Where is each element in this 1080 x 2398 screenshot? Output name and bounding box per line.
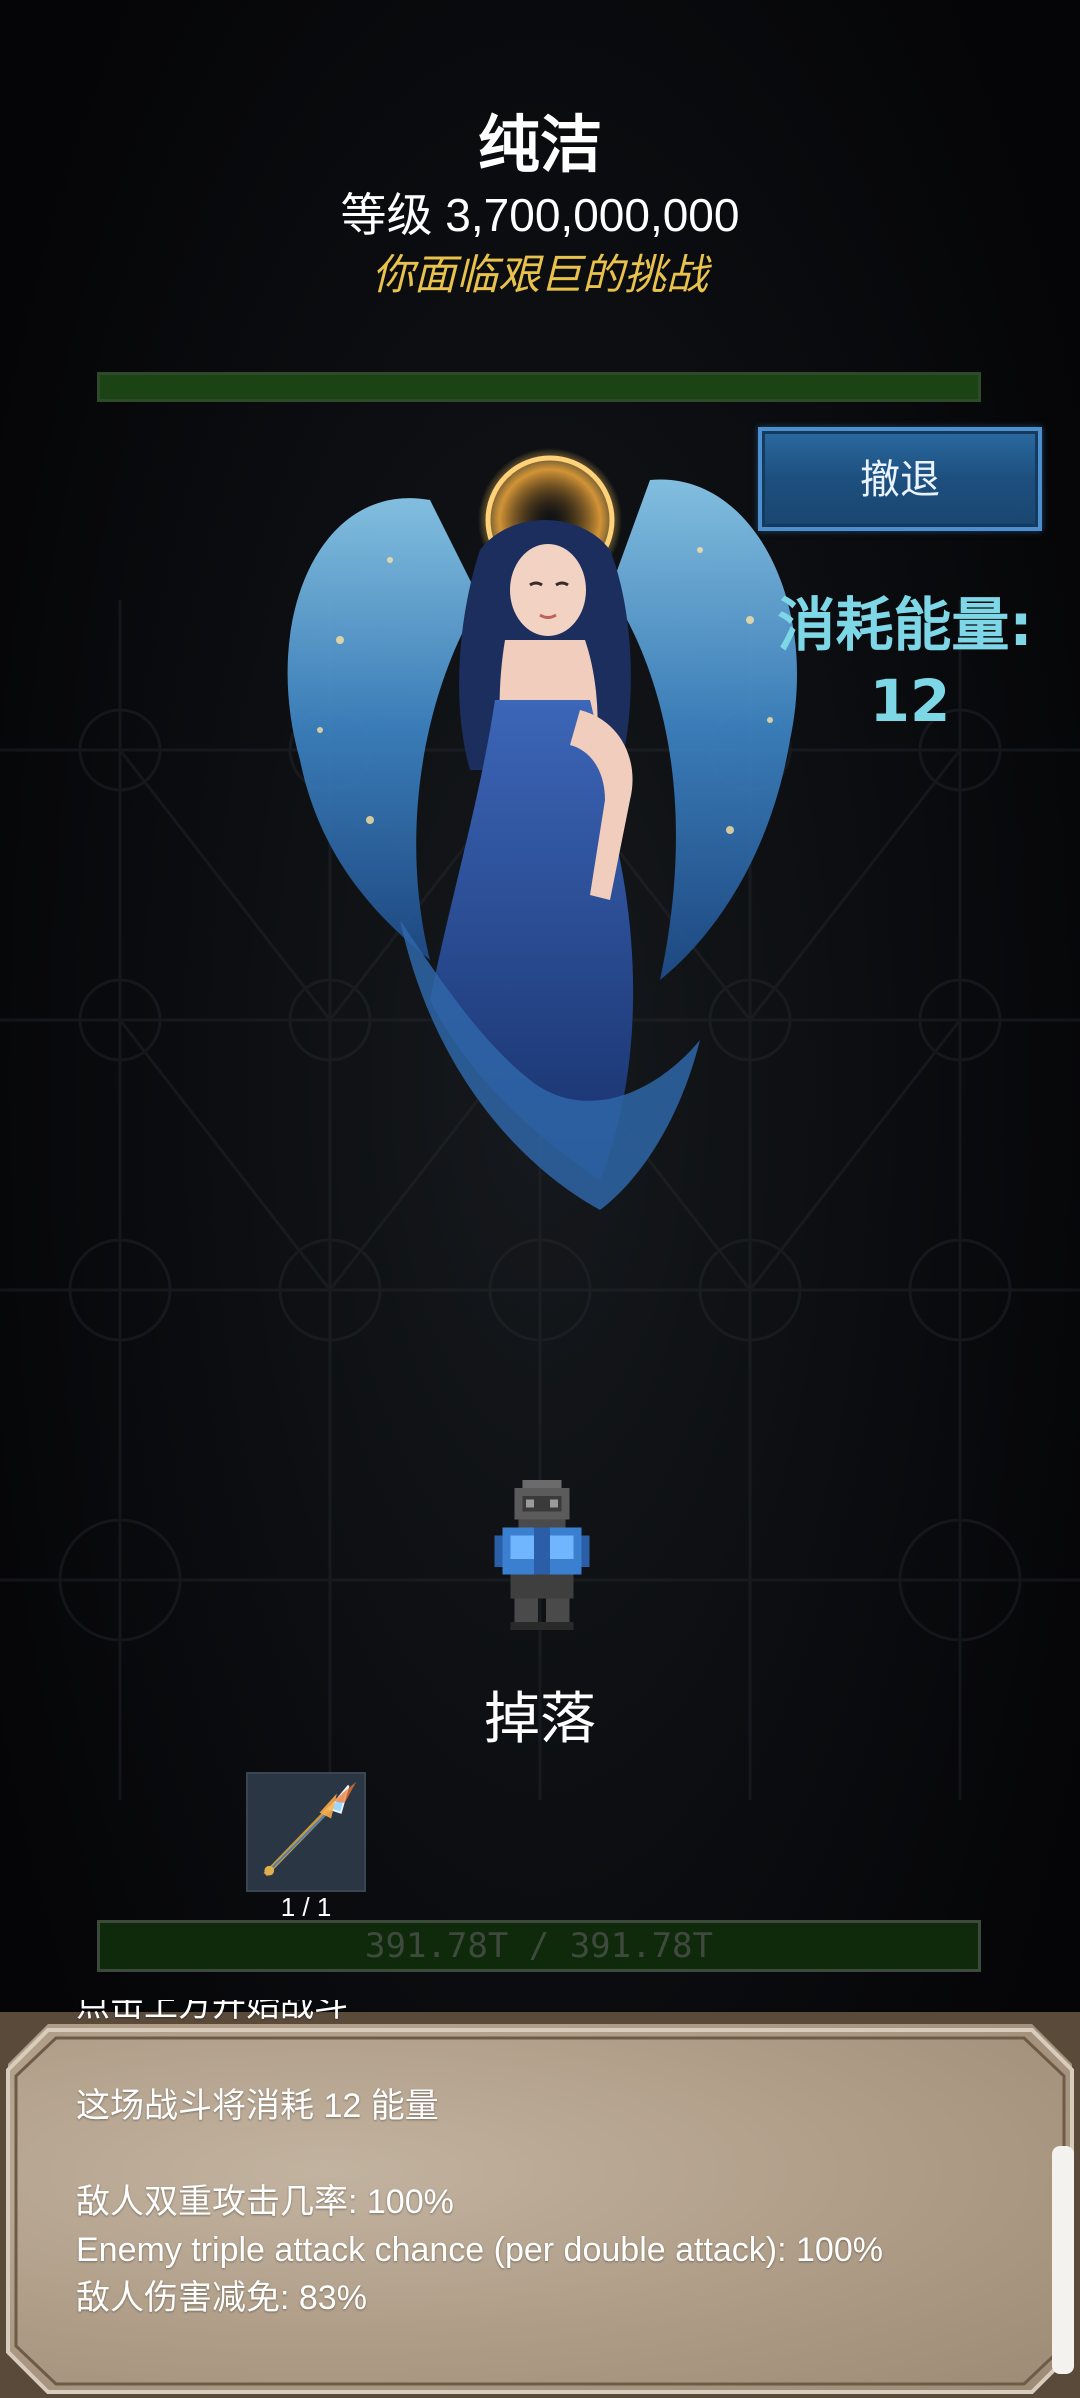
energy-cost-value: 12 (869, 667, 951, 735)
spear-icon (248, 1774, 364, 1890)
enemy-header: 纯洁 等级 3,700,000,000 你面临艰巨的挑战 (0, 105, 1080, 305)
player-knight-sprite (494, 1480, 590, 1630)
energy-cost-label: 消耗能量: (777, 591, 1033, 659)
player-hp-text: 391.78T / 391.78T (365, 1926, 713, 1966)
battle-log-blank (76, 2034, 1036, 2082)
enemy-hp-bar (97, 372, 981, 402)
battle-log-scrollbar[interactable] (1052, 2146, 1074, 2374)
enemy-hp-fill (100, 375, 978, 399)
battle-log-line: 点击上方开始战斗 (76, 2000, 348, 2024)
enemy-name: 纯洁 (477, 108, 602, 181)
retreat-button[interactable]: 撤退 (758, 427, 1042, 531)
player-hp-bar: 391.78T / 391.78T (97, 1920, 981, 1972)
energy-cost: 消耗能量: 12 (760, 585, 1060, 737)
drop-item-slot[interactable] (246, 1772, 366, 1892)
battle-log-blank (76, 2130, 1036, 2178)
drop-item-count: 1 / 1 (280, 1892, 332, 1922)
battle-log-line: 这场战斗将消耗 12 能量 (76, 2087, 439, 2125)
battle-log: 点击上方开始战斗 这场战斗将消耗 12 能量 敌人双重攻击几率: 100% En… (76, 2000, 1036, 2322)
challenge-text: 你面临艰巨的挑战 (371, 251, 708, 298)
battle-screen: 纯洁 等级 3,700,000,000 你面临艰巨的挑战 撤退 消耗能量: 12… (0, 0, 1080, 2398)
boss-angel-portrait (287, 448, 798, 1210)
drops-title: 掉落 (484, 1687, 596, 1752)
enemy-level: 等级 3,700,000,000 (340, 189, 740, 241)
battle-log-line: Enemy triple attack chance (per double a… (76, 2231, 883, 2269)
battle-log-line: 敌人伤害减免: 83% (76, 2279, 367, 2317)
battle-log-line: 敌人双重攻击几率: 100% (76, 2183, 454, 2221)
